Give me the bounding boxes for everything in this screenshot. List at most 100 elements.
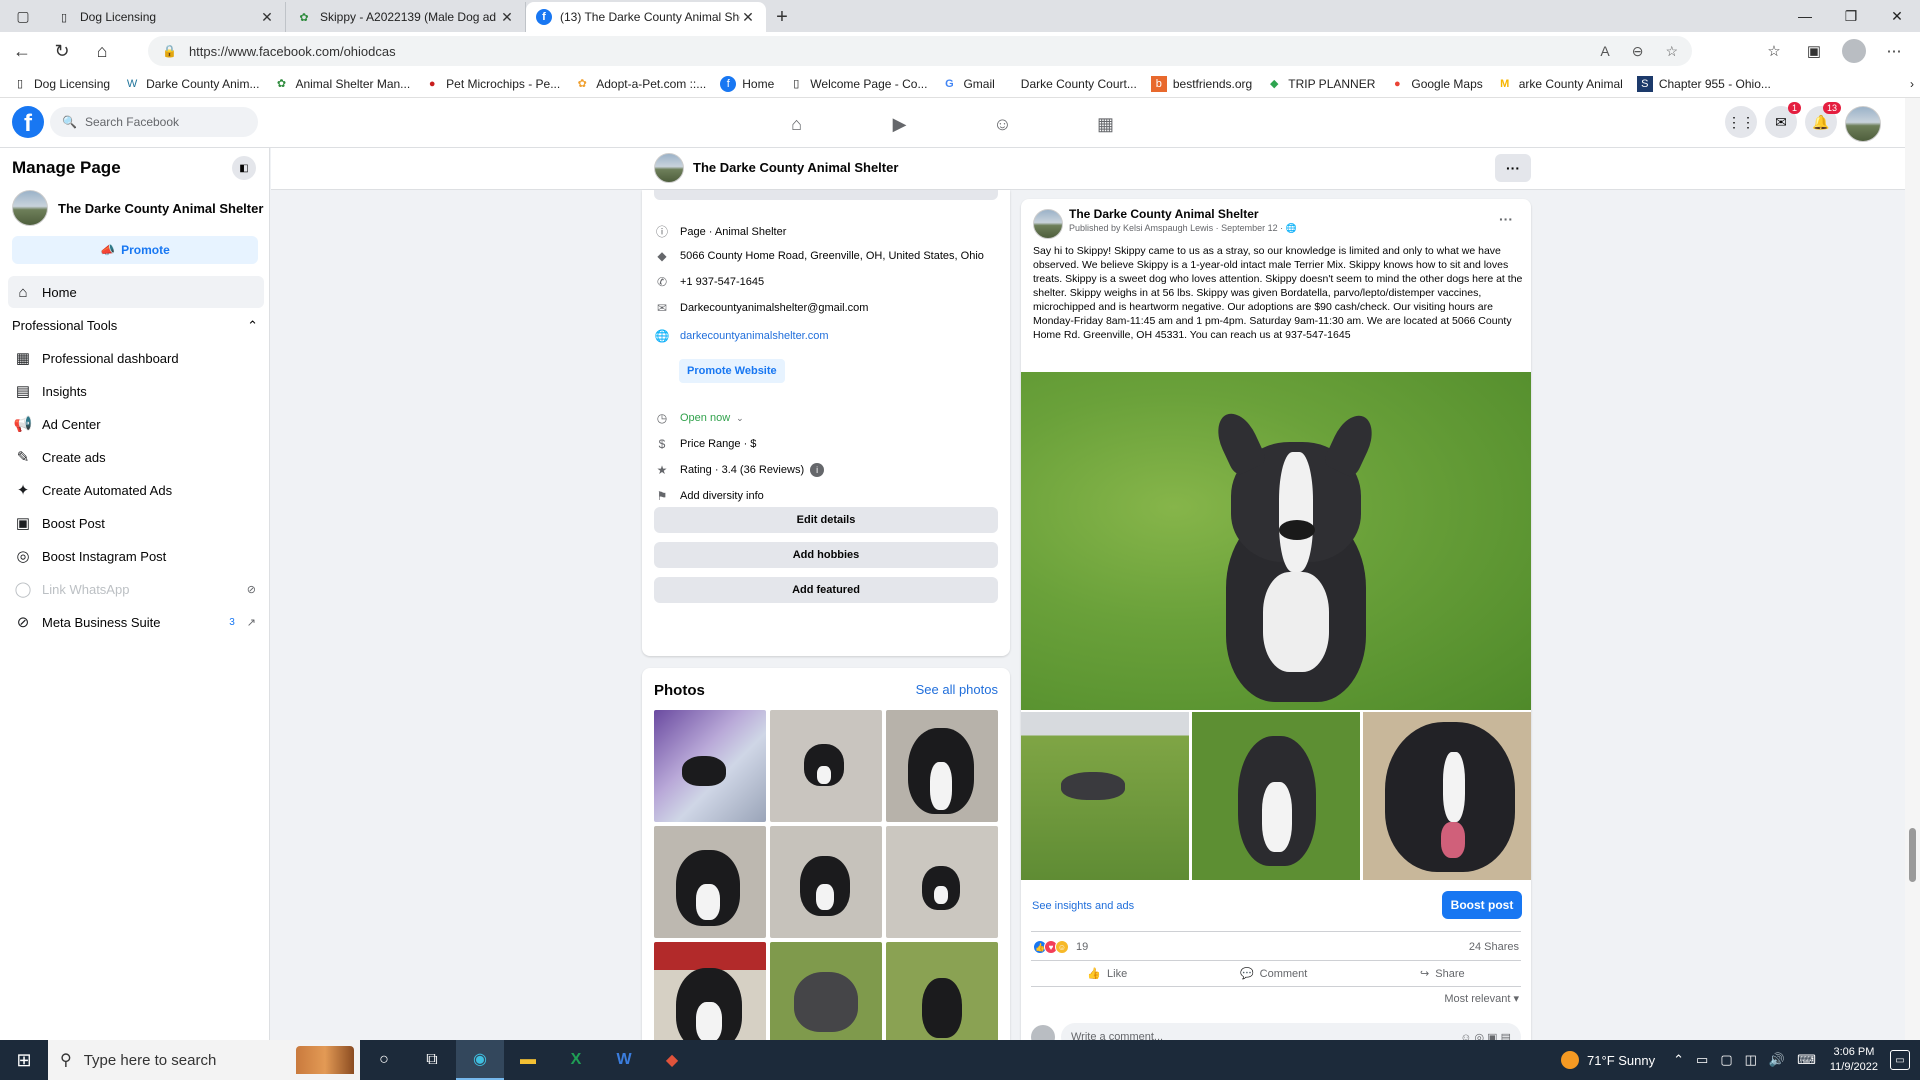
weather-widget[interactable]: 71°F Sunny [1561, 1051, 1655, 1069]
chevron-up-icon[interactable]: ⌃ [1673, 1052, 1684, 1068]
photo-thumbnail[interactable] [654, 710, 766, 822]
collections-icon[interactable]: ▣ [1798, 36, 1830, 66]
bookmark-google-maps[interactable]: ● Google Maps [1389, 76, 1483, 92]
sidebar-item-meta-business-suite[interactable]: ⊘ Meta Business Suite 3 ↗ [8, 606, 264, 638]
page-name[interactable]: The Darke County Animal Shelter [693, 160, 898, 175]
restore-icon[interactable]: ❐ [1828, 0, 1874, 32]
gaming-nav-icon[interactable]: ▦ [1054, 110, 1157, 138]
add-hobbies-button[interactable]: Add hobbies [654, 542, 998, 568]
back-icon[interactable]: ← [4, 33, 40, 69]
edit-bio-button[interactable] [654, 190, 998, 200]
website-link[interactable]: darkecountyanimalshelter.com [680, 330, 829, 342]
meet-now-icon[interactable]: ▭ [1696, 1052, 1708, 1068]
account-avatar[interactable] [1845, 106, 1881, 142]
see-all-photos-link[interactable]: See all photos [916, 682, 998, 697]
more-options-button[interactable]: ··· [1495, 154, 1531, 182]
boost-post-button[interactable]: Boost post [1442, 891, 1522, 919]
network-icon[interactable]: ◫ [1745, 1052, 1757, 1068]
comment-input[interactable]: Write a comment... ☺ ◎ ▣ ▤ [1061, 1023, 1521, 1040]
volume-icon[interactable]: 🔊 [1769, 1052, 1785, 1068]
post-main-photo[interactable] [1021, 372, 1531, 710]
comment-button[interactable]: 💬 Comment [1240, 967, 1307, 981]
facebook-logo-icon[interactable]: f [12, 106, 44, 138]
promote-button[interactable]: 📣 Promote [12, 236, 258, 264]
home-icon[interactable]: ⌂ [84, 33, 120, 69]
photo-thumbnail[interactable] [770, 942, 882, 1040]
search-input[interactable]: 🔍 Search Facebook [50, 107, 258, 137]
close-tab-icon[interactable]: ✕ [259, 9, 275, 26]
profile-avatar[interactable] [1838, 36, 1870, 66]
display-icon[interactable]: ▢ [1720, 1052, 1732, 1068]
sidebar-item-create-automated-ads[interactable]: ✦ Create Automated Ads [8, 474, 264, 506]
url-bar[interactable]: 🔒 https://www.facebook.com/ohiodcas A ⊖ … [148, 36, 1692, 66]
close-window-icon[interactable]: ✕ [1874, 0, 1920, 32]
see-insights-link[interactable]: See insights and ads [1032, 900, 1134, 912]
comment-sort-dropdown[interactable]: Most relevant ▾ [1444, 992, 1519, 1005]
post-photo-3[interactable] [1192, 712, 1360, 880]
add-featured-button[interactable]: Add featured [654, 577, 998, 603]
tab-facebook[interactable]: f (13) The Darke County Animal She ✕ [526, 2, 766, 32]
open-now-text[interactable]: Open now [680, 412, 730, 424]
close-tab-icon[interactable]: ✕ [499, 9, 515, 26]
notification-center-icon[interactable]: ▭ [1890, 1050, 1910, 1070]
menu-grid-icon[interactable]: ⋮⋮ [1725, 106, 1757, 138]
home-nav-icon[interactable]: ⌂ [745, 110, 848, 138]
sidebar-item-professional-dashboard[interactable]: ▦ Professional dashboard [8, 342, 264, 374]
photo-thumbnail[interactable] [886, 942, 998, 1040]
watch-nav-icon[interactable]: ▶ [848, 110, 951, 138]
refresh-icon[interactable]: ↻ [44, 33, 80, 69]
file-explorer-icon[interactable]: ▬ [504, 1040, 552, 1080]
cortana-icon[interactable]: ○ [360, 1040, 408, 1080]
photo-thumbnail[interactable] [886, 710, 998, 822]
post-photo-2[interactable] [1021, 712, 1189, 880]
favorite-star-icon[interactable]: ☆ [1665, 43, 1678, 60]
post-author-avatar[interactable] [1033, 209, 1063, 239]
reactions-summary[interactable]: 👍 ♥ ☺ 19 [1033, 940, 1088, 954]
zoom-icon[interactable]: ⊖ [1632, 43, 1644, 60]
sidebar-item-boost-instagram-post[interactable]: ◎ Boost Instagram Post [8, 540, 264, 572]
sidebar-item-ad-center[interactable]: 📢 Ad Center [8, 408, 264, 440]
sidebar-item-home[interactable]: ⌂ Home [8, 276, 264, 308]
scrollbar-thumb[interactable] [1909, 828, 1916, 882]
collapse-sidebar-icon[interactable]: ◧ [232, 156, 256, 180]
bookmark-welcome[interactable]: ▯ Welcome Page - Co... [788, 76, 927, 92]
bookmark-home[interactable]: f Home [720, 75, 774, 92]
post-options-icon[interactable]: ··· [1499, 211, 1513, 227]
bookmark-county-animal[interactable]: Marke County Animal [1497, 76, 1623, 92]
info-icon[interactable]: i [810, 463, 825, 477]
diversity-row[interactable]: ⚑ Add diversity info [654, 489, 998, 503]
keyboard-icon[interactable]: ⌨ [1797, 1052, 1816, 1068]
excel-icon[interactable]: X [552, 1040, 600, 1080]
sidebar-item-create-ads[interactable]: ✎ Create ads [8, 441, 264, 473]
messenger-icon[interactable]: ✉ 1 [1765, 102, 1801, 138]
photo-thumbnail[interactable] [886, 826, 998, 938]
favorites-icon[interactable]: ☆ [1758, 36, 1790, 66]
page-avatar[interactable] [654, 153, 684, 183]
taskbar-search[interactable]: ⚲ Type here to search [48, 1040, 360, 1080]
bookmark-darke-county[interactable]: W Darke County Anim... [124, 76, 260, 92]
bookmark-microchips[interactable]: ● Pet Microchips - Pe... [424, 76, 560, 92]
paint-icon[interactable]: ◆ [648, 1040, 696, 1080]
sidebar-item-boost-post[interactable]: ▣ Boost Post [8, 507, 264, 539]
sidebar-item-insights[interactable]: ▤ Insights [8, 375, 264, 407]
windows-start-icon[interactable]: ⊞ [0, 1040, 48, 1080]
photo-thumbnail[interactable] [654, 826, 766, 938]
notifications-icon[interactable]: 🔔 13 [1805, 102, 1841, 138]
new-tab-button[interactable]: + [766, 2, 798, 32]
share-count[interactable]: 24 Shares [1469, 941, 1519, 953]
close-tab-icon[interactable]: ✕ [740, 9, 756, 26]
professional-tools-header[interactable]: Professional Tools ⌃ [12, 318, 258, 334]
sidebar-page-link[interactable]: The Darke County Animal Shelter [12, 190, 263, 226]
bookmark-trip-planner[interactable]: ◆ TRIP PLANNER [1266, 76, 1375, 92]
groups-nav-icon[interactable]: ☺ [951, 110, 1054, 138]
photo-thumbnail[interactable] [770, 826, 882, 938]
post-author[interactable]: The Darke County Animal Shelter [1069, 207, 1259, 221]
bookmark-adopt-a-pet[interactable]: ✿ Adopt-a-Pet.com ::... [574, 76, 707, 92]
bookmarks-overflow-icon[interactable]: › [1910, 77, 1914, 91]
minimize-icon[interactable]: — [1782, 0, 1828, 32]
bookmark-shelter-manager[interactable]: ✿ Animal Shelter Man... [273, 76, 410, 92]
read-aloud-icon[interactable]: A [1600, 43, 1609, 60]
page-scrollbar[interactable] [1905, 98, 1920, 1040]
promote-website-button[interactable]: Promote Website [679, 359, 785, 383]
photo-thumbnail[interactable] [770, 710, 882, 822]
